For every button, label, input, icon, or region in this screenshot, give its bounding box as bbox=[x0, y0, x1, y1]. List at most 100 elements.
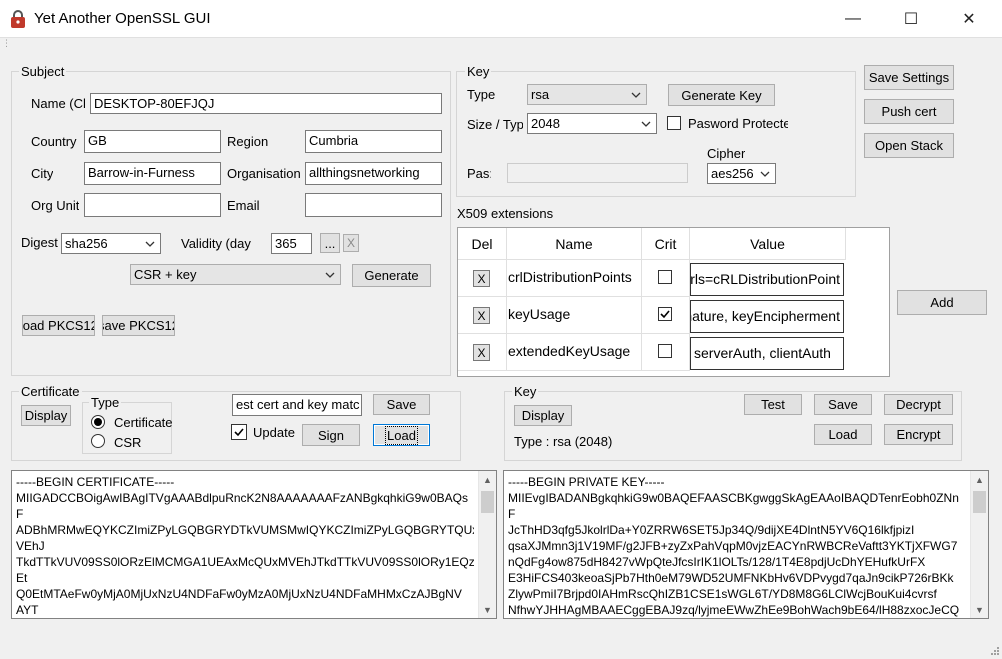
save-settings-label: Save Settings bbox=[868, 70, 950, 85]
city-input[interactable]: Barrow-in-Furness bbox=[84, 162, 221, 185]
extension-value[interactable]: URI:http://example.com/crls=cRLDistribut… bbox=[690, 263, 844, 296]
email-input[interactable] bbox=[305, 193, 442, 217]
validity-browse-button[interactable]: ... bbox=[320, 233, 340, 253]
app-lock-icon bbox=[10, 9, 26, 29]
crit-checkbox[interactable] bbox=[658, 307, 672, 321]
scroll-down-icon[interactable]: ▼ bbox=[971, 601, 988, 618]
country-input[interactable]: GB bbox=[84, 130, 221, 153]
key-type-value: rsa bbox=[531, 87, 550, 102]
scroll-up-icon[interactable]: ▲ bbox=[971, 471, 988, 488]
digest-combo[interactable]: sha256 bbox=[61, 233, 161, 254]
orgunit-input[interactable] bbox=[84, 193, 221, 217]
add-extension-button[interactable]: Add bbox=[897, 290, 987, 315]
type-csr-label: CSR bbox=[114, 435, 142, 450]
decrypt-button[interactable]: Decrypt bbox=[884, 394, 953, 415]
extension-name: crlDistributionPoints bbox=[507, 260, 642, 297]
key-line: JcThHD3qfg5JkolrlDa+Y0ZRRW6SET5Jp34Q/9di… bbox=[508, 523, 915, 537]
delete-row-button[interactable]: X bbox=[473, 344, 490, 361]
crit-cell bbox=[642, 334, 690, 371]
password-input[interactable] bbox=[507, 163, 688, 183]
key-line: E3HiFCS403keoaSjPb7Hth0eM79WD52UMFNKbHv6… bbox=[508, 571, 954, 585]
generate-key-label: Generate Key bbox=[681, 87, 762, 103]
key-size-combo[interactable]: 2048 bbox=[527, 113, 657, 134]
update-checkbox[interactable] bbox=[231, 424, 247, 440]
keypanel-display-button[interactable]: Display bbox=[514, 405, 572, 426]
encrypt-button[interactable]: Encrypt bbox=[884, 424, 953, 445]
cert-line: F bbox=[16, 507, 24, 521]
keypanel-load-button[interactable]: Load bbox=[814, 424, 872, 445]
delete-row-button[interactable]: X bbox=[473, 307, 490, 324]
certificate-scrollbar[interactable]: ▲ ▼ bbox=[478, 471, 496, 618]
keypanel-load-label: Load bbox=[828, 427, 858, 442]
region-input[interactable]: Cumbria bbox=[305, 130, 442, 153]
key-line: -----BEGIN PRIVATE KEY----- bbox=[508, 475, 665, 489]
save-pkcs12-label: save PKCS12 bbox=[102, 318, 175, 333]
key-line: qsaXJMmn3j1V19MF/g2JFB+zyZxPahVqpM0vjzEA… bbox=[508, 539, 958, 553]
key-line: nQdFg4ow875dH8427vWpQteJfcsIrIK1lOLTs/12… bbox=[508, 555, 926, 569]
password-protected-label: Pasword Protecte bbox=[688, 116, 788, 131]
password-label: Pas: bbox=[467, 166, 491, 181]
scroll-up-icon[interactable]: ▲ bbox=[479, 471, 496, 488]
certificate-display-label: Display bbox=[24, 408, 68, 423]
chevron-down-icon bbox=[325, 272, 335, 278]
extensions-grid: Del Name Crit Value X crlDistributionPoi… bbox=[457, 227, 890, 377]
maximize-button[interactable]: ☐ bbox=[888, 0, 934, 38]
type-certificate-radio[interactable] bbox=[91, 415, 105, 429]
key-type-info: Type : rsa (2048) bbox=[514, 434, 613, 449]
extension-name: extendedKeyUsage bbox=[507, 334, 642, 371]
load-pkcs12-button[interactable]: .oad PKCS12 bbox=[22, 315, 95, 336]
browse-label: ... bbox=[324, 235, 336, 251]
sign-button[interactable]: Sign bbox=[302, 424, 360, 446]
key-type-combo[interactable]: rsa bbox=[527, 84, 647, 105]
private-key-scrollbar[interactable]: ▲ ▼ bbox=[970, 471, 988, 618]
extension-name: keyUsage bbox=[507, 297, 642, 334]
generate-label: Generate bbox=[364, 268, 419, 283]
crit-checkbox[interactable] bbox=[658, 270, 672, 284]
certificate-display-button[interactable]: Display bbox=[21, 405, 71, 426]
save-settings-button[interactable]: Save Settings bbox=[864, 65, 954, 90]
certificate-load-button[interactable]: Load bbox=[373, 424, 430, 446]
certificate-text[interactable]: -----BEGIN CERTIFICATE----- MIIGADCCBOigA… bbox=[11, 470, 497, 619]
cipher-value: aes256 bbox=[711, 166, 754, 181]
crit-checkbox[interactable] bbox=[658, 344, 672, 358]
certificate-save-button[interactable]: Save bbox=[373, 394, 430, 415]
test-cert-key-match-field[interactable]: est cert and key matc bbox=[232, 394, 362, 416]
encrypt-label: Encrypt bbox=[896, 427, 941, 442]
organisation-input[interactable]: allthingsnetworking bbox=[305, 162, 442, 185]
test-button[interactable]: Test bbox=[744, 394, 802, 415]
push-cert-button[interactable]: Push cert bbox=[864, 99, 954, 124]
private-key-text[interactable]: -----BEGIN PRIVATE KEY----- MIIEvgIBADANB… bbox=[503, 470, 989, 619]
password-protected-checkbox[interactable] bbox=[667, 116, 681, 130]
crit-cell bbox=[642, 260, 690, 297]
header-value: Value bbox=[690, 228, 846, 260]
scroll-thumb[interactable] bbox=[481, 491, 494, 513]
keypanel-legend: Key bbox=[512, 384, 539, 399]
minimize-button[interactable]: — bbox=[830, 0, 876, 38]
type-legend: Type bbox=[89, 395, 122, 410]
organisation-label: Organisation bbox=[227, 166, 301, 181]
keypanel-save-button[interactable]: Save bbox=[814, 394, 872, 415]
extension-value-text: digitalSignature, keyEncipherment bbox=[691, 308, 840, 324]
scroll-thumb[interactable] bbox=[973, 491, 986, 513]
validity-input[interactable]: 365 bbox=[271, 233, 312, 254]
close-button[interactable]: ✕ bbox=[946, 0, 992, 38]
subject-legend: Subject bbox=[19, 64, 67, 79]
push-cert-label: Push cert bbox=[881, 104, 937, 119]
cert-line: -----BEGIN CERTIFICATE----- bbox=[16, 475, 175, 489]
extension-value[interactable]: digitalSignature, keyEncipherment bbox=[690, 300, 844, 333]
open-stack-button[interactable]: Open Stack bbox=[864, 133, 954, 158]
name-input[interactable]: DESKTOP-80EFJQJ bbox=[90, 93, 442, 114]
scroll-down-icon[interactable]: ▼ bbox=[479, 601, 496, 618]
generate-key-button[interactable]: Generate Key bbox=[668, 84, 775, 106]
validity-clear-button[interactable]: X bbox=[343, 234, 359, 252]
window-title: Yet Another OpenSSL GUI bbox=[34, 10, 211, 27]
output-type-combo[interactable]: CSR + key bbox=[130, 264, 341, 285]
delete-row-button[interactable]: X bbox=[473, 270, 490, 287]
resize-grip-icon[interactable] bbox=[988, 644, 1000, 656]
save-pkcs12-button[interactable]: save PKCS12 bbox=[102, 315, 175, 336]
cipher-combo[interactable]: aes256 bbox=[707, 163, 776, 184]
extension-value[interactable]: serverAuth, clientAuth bbox=[690, 337, 844, 370]
generate-button[interactable]: Generate bbox=[352, 264, 431, 287]
type-csr-radio[interactable] bbox=[91, 434, 105, 448]
grip-handle-icon[interactable]: ⋮ bbox=[2, 38, 11, 49]
